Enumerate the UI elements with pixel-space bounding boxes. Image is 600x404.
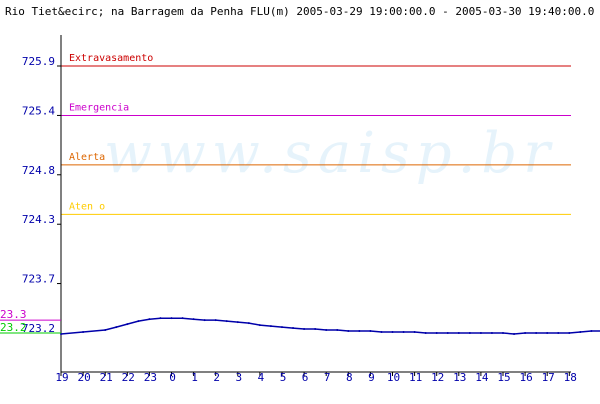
series-point xyxy=(358,330,361,333)
series-point xyxy=(214,319,217,322)
series-point xyxy=(269,325,272,328)
series-point xyxy=(391,331,394,334)
series-point xyxy=(535,332,538,334)
x-tick-label: 10 xyxy=(387,371,400,384)
x-tick-label: 1 xyxy=(191,371,198,384)
series-point xyxy=(303,328,306,331)
x-tick-label: 22 xyxy=(122,371,135,384)
series-point xyxy=(148,318,151,321)
series-point xyxy=(579,331,582,334)
x-tick-label: 12 xyxy=(431,371,444,384)
series-point xyxy=(181,317,184,320)
side-marker-label: 23.2 xyxy=(0,321,27,334)
y-tick-label: 724.8 xyxy=(22,164,55,177)
series-point xyxy=(292,327,295,330)
series-point xyxy=(281,326,283,329)
series-point xyxy=(513,332,516,335)
y-tick-label: 724.3 xyxy=(22,213,55,226)
series-point xyxy=(468,332,471,334)
x-tick-label: 20 xyxy=(77,371,90,384)
series-point xyxy=(380,331,383,334)
x-tick-label: 4 xyxy=(258,371,265,384)
x-tick-label: 3 xyxy=(235,371,242,384)
series-point xyxy=(126,323,129,326)
x-tick-label: 16 xyxy=(519,371,532,384)
x-tick-label: 7 xyxy=(324,371,331,384)
x-tick-label: 2 xyxy=(213,371,220,384)
series-point xyxy=(159,317,162,320)
series-point xyxy=(568,332,571,334)
x-tick-label: 18 xyxy=(564,371,577,384)
threshold-label: Extravasamento xyxy=(69,53,153,64)
x-tick-label: 14 xyxy=(475,371,489,384)
series-point xyxy=(104,329,107,332)
axis-layer: 725.9725.4724.8724.3723.7723.219 20 21 22 23… xyxy=(22,35,577,384)
water-level-chart: www.saisp.br Rio Tiet&ecirc; na Barragem… xyxy=(0,5,600,384)
series-point xyxy=(413,331,416,334)
series-point xyxy=(424,332,427,334)
series-point xyxy=(137,320,140,323)
series-point xyxy=(258,324,261,327)
x-tick-label: 0 xyxy=(169,371,176,384)
chart-title: Rio Tiet&ecirc; na Barragem da Penha FLU… xyxy=(5,5,594,18)
series-point xyxy=(192,318,195,321)
series-point xyxy=(82,331,85,334)
series-point xyxy=(203,319,206,322)
series-point xyxy=(590,330,593,333)
series-point xyxy=(369,330,372,333)
series-point xyxy=(502,332,504,334)
x-tick-label: 11 xyxy=(409,371,422,384)
series-line xyxy=(60,317,600,335)
threshold-label: Alerta xyxy=(69,152,105,163)
series-point xyxy=(457,332,460,334)
x-tick-label: 17 xyxy=(542,371,555,384)
series-point xyxy=(170,317,173,320)
series-point xyxy=(347,330,350,333)
series-point xyxy=(402,331,405,334)
y-tick-label: 723.7 xyxy=(22,273,55,286)
chart-root: www.saisp.br Rio Tiet&ecirc; na Barragem… xyxy=(0,0,600,400)
x-tick-label: 6 xyxy=(302,371,309,384)
x-tick-label: 8 xyxy=(346,371,353,384)
series-point xyxy=(115,326,118,329)
x-tick-label: 19 xyxy=(55,371,68,384)
series-point xyxy=(446,332,449,334)
y-tick-label: 725.4 xyxy=(22,104,55,117)
x-tick-label: 15 xyxy=(497,371,510,384)
x-tick-label: 21 xyxy=(100,371,113,384)
series-point xyxy=(247,322,250,325)
series-point xyxy=(236,321,239,324)
series-layer xyxy=(60,317,600,335)
threshold-label: Aten o xyxy=(69,201,105,212)
y-tick-label: 725.9 xyxy=(22,55,55,68)
watermark-text: www.saisp.br xyxy=(104,121,556,186)
series-point xyxy=(490,332,493,334)
series-point xyxy=(546,332,549,334)
x-tick-label: 5 xyxy=(280,371,287,384)
series-point xyxy=(557,332,560,334)
x-tick-label: 9 xyxy=(368,371,375,384)
side-marker-label: 23.3 xyxy=(0,308,27,321)
threshold-label: Emergencia xyxy=(69,102,129,113)
series-point xyxy=(336,329,339,332)
series-point xyxy=(225,320,228,323)
x-tick-label: 13 xyxy=(453,371,466,384)
x-tick-label: 23 xyxy=(144,371,157,384)
series-point xyxy=(435,332,438,334)
series-point xyxy=(524,332,527,334)
series-point xyxy=(314,328,317,331)
series-point xyxy=(479,332,482,334)
series-point xyxy=(325,329,328,332)
